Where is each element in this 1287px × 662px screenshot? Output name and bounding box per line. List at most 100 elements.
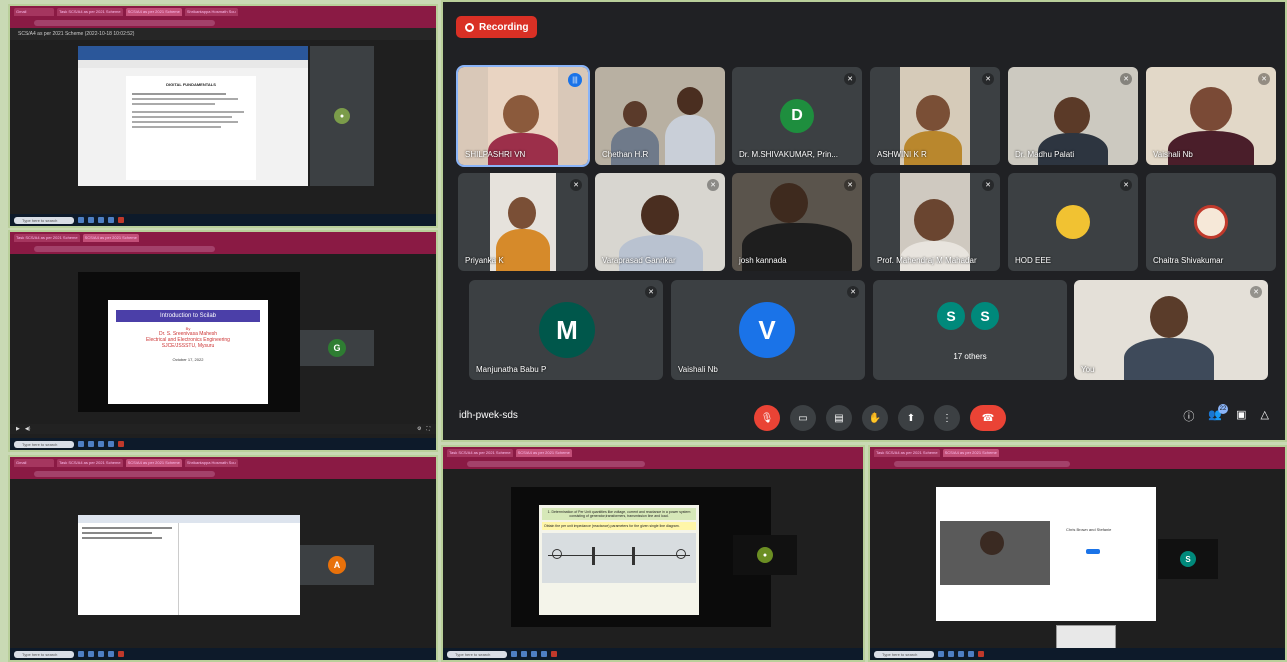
browser-tab[interactable]: Task SCS/A4 as per 2021 Scheme	[874, 448, 940, 457]
participant-tile[interactable]: D ✕ Dr. M.SHIVAKUMAR, Prin...	[732, 67, 862, 165]
settings-icon[interactable]: ⚙	[417, 426, 421, 432]
slide-text-2: Obtain the per unit impedance (reactance…	[542, 522, 696, 530]
mic-off-button[interactable]: 🎙	[754, 405, 780, 431]
browser-tab[interactable]: SCS/A4 as per 2021 Scheme	[942, 448, 999, 457]
others-count: 17 others	[953, 352, 987, 361]
participant-tile[interactable]: Chethan H.R	[595, 67, 725, 165]
shared-screen: Chris Brown and Stefanie	[936, 487, 1156, 621]
participant-tile[interactable]: M ✕ Manjunatha Babu P	[469, 280, 663, 380]
avatar: S	[1180, 551, 1196, 567]
mic-off-icon: ✕	[982, 73, 994, 85]
captions-button[interactable]: ▤	[826, 405, 852, 431]
taskbar-search[interactable]: Type here to search	[14, 650, 74, 658]
address-bar[interactable]	[10, 243, 436, 254]
browser-tabs: Task SCS/A4 as per 2021 Scheme SCS/A4 as…	[443, 447, 863, 458]
others-tile[interactable]: S S 17 others	[873, 280, 1067, 380]
participant-tile[interactable]: ||| SHILPASHRI VN	[456, 65, 590, 167]
raise-hand-button[interactable]: ✋	[862, 405, 888, 431]
browser-tabs: Gmail Task SCS/A4 as per 2021 Scheme SCS…	[10, 6, 436, 17]
meeting-code: idh-pwek-sds	[459, 410, 518, 421]
participant-tile[interactable]: ✕ ASHWINI K R	[870, 67, 1000, 165]
leave-call-button[interactable]: ☎	[970, 405, 1006, 431]
fullscreen-icon[interactable]: ⛶	[426, 426, 430, 432]
participant-name: Vaishali Nb	[1153, 150, 1193, 159]
browser-tab[interactable]: Shrikantappa Hosmath Scu	[184, 7, 238, 16]
shared-screen: Introduction to Scilab By Dr. S. Sreeniv…	[78, 272, 300, 412]
video-controls[interactable]: ▶ ◀) ⚙ ⛶	[10, 424, 436, 434]
browser-tabs: Task SCS/A4 as per 2021 Scheme SCS/A4 as…	[10, 232, 436, 243]
camera-button[interactable]: ▭	[790, 405, 816, 431]
activities-icon[interactable]: △	[1261, 408, 1269, 424]
browser-tab[interactable]: SCS/A4 as per 2021 Scheme	[125, 458, 182, 467]
present-button[interactable]: ⬆	[898, 405, 924, 431]
participant-name: HOD EEE	[1015, 256, 1052, 265]
address-bar[interactable]	[870, 458, 1285, 469]
browser-tab[interactable]: Task SCS/A4 as per 2021 Scheme	[57, 458, 123, 467]
participant-tile: S	[1158, 539, 1218, 579]
participant-tile[interactable]: ✕ Dr. Madhu Palati	[1008, 67, 1138, 165]
participant-tile[interactable]: ✕ josh kannada	[732, 173, 862, 271]
taskbar-search[interactable]: Type here to search	[14, 216, 74, 224]
address-bar[interactable]	[443, 458, 863, 469]
browser-tab[interactable]: Task SCS/A4 as per 2021 Scheme	[447, 448, 513, 457]
slide-date: October 17, 2022	[172, 357, 204, 362]
info-icon[interactable]: ⓘ	[1183, 408, 1194, 424]
record-icon	[465, 22, 474, 32]
mic-off-icon: ✕	[1120, 179, 1132, 191]
browser-tab[interactable]: Shrikantappa Hosmath Scu	[184, 458, 238, 467]
participant-tile[interactable]: V ✕ Vaishali Nb	[671, 280, 865, 380]
screen-panel-2: Task SCS/A4 as per 2021 Scheme SCS/A4 as…	[8, 230, 438, 452]
taskbar: Type here to search	[443, 648, 863, 660]
mic-off-icon: ✕	[1258, 73, 1270, 85]
browser-tab[interactable]: Gmail	[14, 458, 54, 467]
more-options-button[interactable]: ⋮	[934, 405, 960, 431]
play-icon[interactable]: ▶	[16, 426, 20, 432]
participant-tile[interactable]: ✕ Priyanka K	[458, 173, 588, 271]
participant-tile[interactable]: ✕ HOD EEE	[1008, 173, 1138, 271]
shared-screen	[78, 515, 300, 615]
participant-name: Dr. M.SHIVAKUMAR, Prin...	[739, 150, 838, 159]
single-line-diagram	[542, 533, 696, 583]
mic-off-icon: ✕	[844, 73, 856, 85]
recording-indicator: Recording	[456, 16, 538, 38]
avatar: V	[739, 302, 795, 358]
mic-off-icon: ✕	[570, 179, 582, 191]
participant-tile: A	[300, 545, 374, 585]
avatar: S	[935, 300, 967, 332]
slide-title: Introduction to Scilab	[116, 310, 260, 322]
browser-tabs: Task SCS/A4 as per 2021 Scheme SCS/A4 as…	[870, 447, 1285, 458]
screen-panel-5: Task SCS/A4 as per 2021 Scheme SCS/A4 as…	[868, 445, 1287, 662]
volume-icon[interactable]: ◀)	[25, 426, 31, 432]
mic-off-icon: ✕	[1250, 286, 1262, 298]
participant-name: Vaishali Nb	[678, 365, 718, 374]
taskbar-search[interactable]: Type here to search	[14, 440, 74, 448]
taskbar-search[interactable]: Type here to search	[874, 650, 934, 658]
taskbar-search[interactable]: Type here to search	[447, 650, 507, 658]
browser-tab[interactable]: Gmail	[14, 7, 54, 16]
browser-tab[interactable]: Task SCS/A4 as per 2021 Scheme	[57, 7, 123, 16]
avatar: G	[328, 339, 346, 357]
participant-name: Prof. Mahendraj M Mahadar	[877, 256, 977, 265]
self-tile[interactable]: ✕ You	[1074, 280, 1268, 380]
participant-name: ASHWINI K R	[877, 150, 927, 159]
participant-tile[interactable]: ✕ Varaprasad Gannkar	[595, 173, 725, 271]
google-meet-window: Recording ||| SHILPASHRI VN Chethan H.R …	[441, 0, 1287, 442]
chat-icon[interactable]: ▣	[1236, 408, 1246, 424]
avatar: D	[780, 99, 814, 133]
avatar	[1056, 205, 1090, 239]
browser-tab[interactable]: Task SCS/A4 as per 2021 Scheme	[14, 233, 80, 242]
address-bar[interactable]	[10, 468, 436, 479]
participant-name: Chethan H.R	[602, 150, 649, 159]
browser-tabs: Gmail Task SCS/A4 as per 2021 Scheme SCS…	[10, 457, 436, 468]
participant-tile[interactable]: Chaitra Shivakumar	[1146, 173, 1276, 271]
browser-tab[interactable]: SCS/A4 as per 2021 Scheme	[515, 448, 572, 457]
participant-tile[interactable]: ✕ Prof. Mahendraj M Mahadar	[870, 173, 1000, 271]
address-bar[interactable]	[10, 17, 436, 28]
participant-tile: ●	[733, 535, 797, 575]
participant-name: josh kannada	[739, 256, 787, 265]
browser-tab[interactable]: SCS/A4 as per 2021 Scheme	[82, 233, 139, 242]
participant-tile[interactable]: ✕ Vaishali Nb	[1146, 67, 1276, 165]
browser-tab[interactable]: SCS/A4 as per 2021 Scheme	[125, 7, 182, 16]
participant-name: You	[1081, 365, 1095, 374]
call-controls: 🎙 ▭ ▤ ✋ ⬆ ⋮ ☎	[754, 405, 1006, 431]
